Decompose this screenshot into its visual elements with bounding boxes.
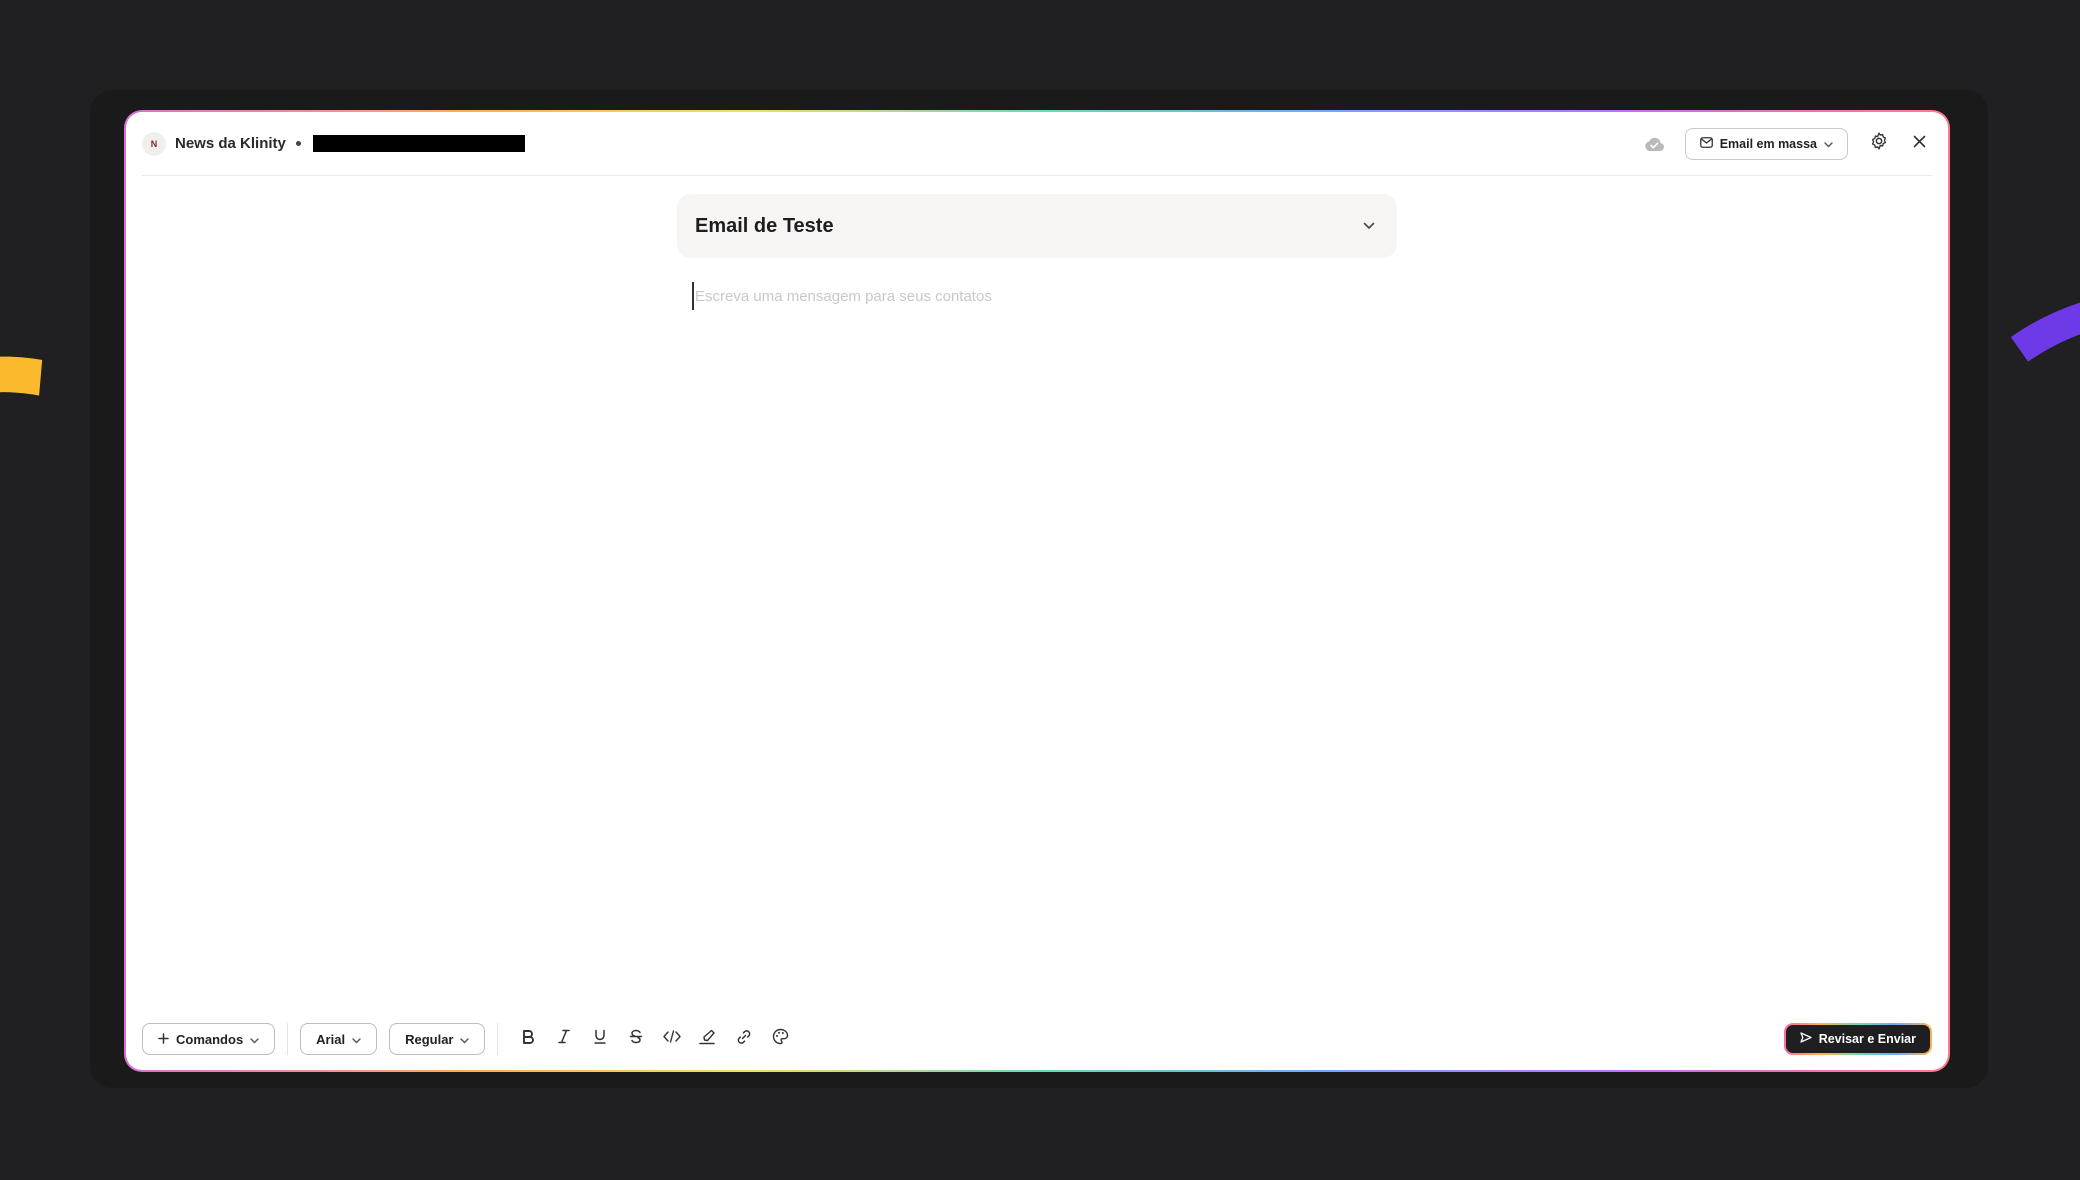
- composer-header: N News da Klinity Email em massa: [142, 112, 1932, 176]
- toolbar-divider: [287, 1023, 289, 1055]
- review-send-button[interactable]: Revisar e Enviar: [1785, 1025, 1930, 1053]
- font-family-dropdown[interactable]: Arial: [300, 1023, 378, 1055]
- toolbar-divider: [497, 1023, 499, 1055]
- strikethrough-button[interactable]: [618, 1023, 654, 1055]
- plus-icon: [158, 1032, 169, 1047]
- review-send-button-border: Revisar e Enviar: [1783, 1023, 1932, 1055]
- commands-dropdown[interactable]: Comandos: [142, 1023, 276, 1055]
- font-family-label: Arial: [316, 1031, 346, 1047]
- send-mode-dropdown[interactable]: Email em massa: [1684, 127, 1848, 160]
- send-mode-label: Email em massa: [1719, 136, 1817, 151]
- highlight-icon: [699, 1029, 717, 1050]
- chevron-down-icon: [250, 1032, 259, 1047]
- code-icon: [663, 1030, 682, 1048]
- close-icon: [1913, 135, 1926, 153]
- formatting-toolbar: Comandos Arial Regular Revisar e Enviar: [142, 1022, 1932, 1056]
- strikethrough-icon: [629, 1029, 643, 1049]
- bold-button[interactable]: [510, 1023, 546, 1055]
- header-actions: Email em massa: [1641, 127, 1932, 160]
- separator-dot: [295, 141, 301, 146]
- underline-icon: [593, 1029, 607, 1049]
- code-button[interactable]: [654, 1023, 690, 1055]
- chevron-down-icon: [352, 1032, 361, 1047]
- recipient-list-label: Email de Teste: [695, 214, 834, 237]
- cloud-saved-icon: [1641, 134, 1667, 154]
- settings-button[interactable]: [1866, 131, 1892, 157]
- redacted-block: [312, 135, 525, 152]
- mail-icon: [1699, 136, 1713, 151]
- underline-button[interactable]: [582, 1023, 618, 1055]
- chevron-down-icon: [1359, 216, 1379, 236]
- chevron-down-icon: [1824, 137, 1833, 151]
- italic-icon: [557, 1029, 571, 1049]
- palette-icon: [772, 1028, 789, 1050]
- composer-window-border: N News da Klinity Email em massa Email d…: [124, 110, 1950, 1072]
- font-weight-label: Regular: [405, 1031, 454, 1047]
- composer-title: News da Klinity: [175, 135, 286, 152]
- review-send-label: Revisar e Enviar: [1818, 1032, 1916, 1046]
- recipient-list-dropdown[interactable]: Email de Teste: [677, 194, 1397, 258]
- avatar: N: [142, 131, 166, 156]
- color-palette-button[interactable]: [762, 1023, 798, 1055]
- highlight-button[interactable]: [690, 1023, 726, 1055]
- composer-window: N News da Klinity Email em massa Email d…: [126, 112, 1948, 1070]
- italic-button[interactable]: [546, 1023, 582, 1055]
- commands-label: Comandos: [176, 1031, 244, 1047]
- link-icon: [736, 1029, 752, 1050]
- gear-icon: [1869, 131, 1889, 156]
- message-editor[interactable]: [692, 282, 1392, 310]
- bold-icon: [521, 1029, 535, 1049]
- chevron-down-icon: [460, 1032, 470, 1047]
- font-weight-dropdown[interactable]: Regular: [389, 1023, 486, 1055]
- send-icon: [1800, 1032, 1812, 1046]
- close-button[interactable]: [1906, 131, 1932, 157]
- link-button[interactable]: [726, 1023, 762, 1055]
